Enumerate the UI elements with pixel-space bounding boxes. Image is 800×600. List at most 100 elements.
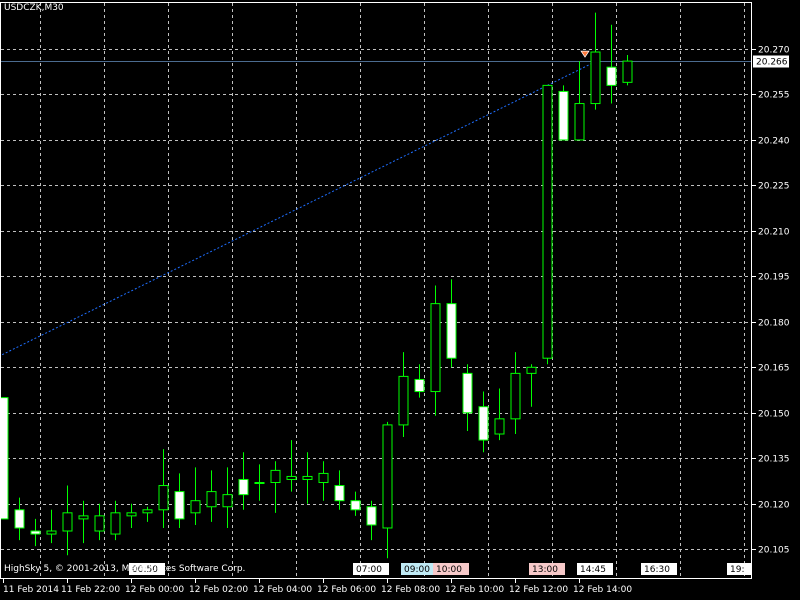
candle-body <box>142 509 153 514</box>
candle-body <box>62 512 73 532</box>
candle <box>590 12 601 110</box>
candle-body <box>558 90 569 141</box>
time-marker-label: 09:00 <box>404 565 430 575</box>
candle <box>382 421 393 559</box>
candle <box>622 55 633 86</box>
candle-body <box>270 469 281 484</box>
candle-body <box>158 485 169 511</box>
candle-body <box>590 51 601 105</box>
candle-body <box>382 424 393 529</box>
time-marker: 07:00 <box>353 563 389 575</box>
time-marker-label: 14:45 <box>580 565 606 575</box>
candle <box>574 61 585 141</box>
candle <box>606 24 617 104</box>
y-tick-label: 20.165 <box>758 364 790 374</box>
candle <box>446 279 457 368</box>
candle <box>302 452 313 504</box>
candle-body <box>622 60 633 83</box>
candle-body <box>334 485 345 502</box>
candle <box>286 440 297 492</box>
axes-layer: 20.270 20.255 20.240 20.225 20.210 20.195 20.1… <box>0 2 790 595</box>
time-marker-label: 13:00 <box>532 565 558 575</box>
candle <box>126 503 137 528</box>
y-tick-label: 20.135 <box>758 455 790 465</box>
candle <box>478 391 489 453</box>
candle <box>270 461 281 513</box>
candle-body <box>430 303 441 393</box>
candle-body <box>526 366 537 374</box>
candle-body <box>190 500 201 514</box>
time-marker: 13:00 <box>529 563 565 575</box>
candle <box>494 388 505 441</box>
candle <box>222 467 233 528</box>
candle-body <box>574 103 585 141</box>
candle <box>62 485 73 556</box>
candle-body <box>350 500 361 511</box>
candle <box>350 491 361 516</box>
x-tick-label: 12 Feb 00:00 <box>125 585 184 595</box>
candle <box>158 449 169 528</box>
time-marker-label: 16:30 <box>644 565 670 575</box>
arrow-marker <box>580 50 590 58</box>
candle-body <box>366 506 377 526</box>
candle <box>190 467 201 525</box>
x-tick-label: 12 Feb 12:00 <box>509 585 568 595</box>
x-tick-label: 12 Feb 02:00 <box>189 585 248 595</box>
candle-body <box>542 84 553 359</box>
x-tick-label: 12 Feb 14:00 <box>573 585 632 595</box>
candle-body <box>46 530 57 535</box>
candle-body <box>478 406 489 441</box>
plot-frame <box>0 2 752 579</box>
y-tick-label: 20.180 <box>758 319 790 329</box>
time-marker: 16:30 <box>641 563 677 575</box>
trendline-layer <box>0 50 752 357</box>
x-tick-label: 12 Feb 08:00 <box>381 585 440 595</box>
candle <box>462 364 473 431</box>
candle <box>558 85 569 141</box>
candle-body <box>126 512 137 517</box>
candle <box>366 500 377 541</box>
candle <box>334 470 345 510</box>
candle <box>0 397 9 520</box>
candle <box>30 518 41 547</box>
trendline <box>0 60 597 357</box>
candle <box>142 506 153 522</box>
x-tick-label: 12 Feb 04:00 <box>253 585 312 595</box>
candle <box>430 285 441 416</box>
time-marker: 10:00 <box>433 563 469 575</box>
candle-body <box>398 375 409 426</box>
candle-body <box>302 475 313 480</box>
candle-body <box>30 530 41 535</box>
candle-body <box>446 303 457 359</box>
candle <box>238 452 249 510</box>
candle <box>414 364 425 398</box>
time-marker-label: 10:00 <box>436 565 462 575</box>
candle <box>46 509 57 544</box>
candle-body <box>510 372 521 420</box>
candle <box>318 461 329 501</box>
y-tick-label: 20.225 <box>758 182 790 192</box>
candle-body <box>238 478 249 496</box>
candle-body <box>78 515 89 520</box>
candle-body <box>606 66 617 86</box>
chart-grid <box>1 3 752 578</box>
candle-body <box>286 475 297 480</box>
candle-body <box>222 494 233 508</box>
candle-body <box>110 512 121 535</box>
time-marker: 09:00 <box>401 563 437 575</box>
x-tick-label: 12 Feb 06:00 <box>317 585 376 595</box>
candle <box>398 352 409 438</box>
candle <box>206 470 217 522</box>
price-chart[interactable]: 00:50 07:00 09:00 10:00 13:00 14:45 16:30 19: 2… <box>0 0 800 600</box>
candle <box>94 503 105 541</box>
candle <box>78 500 89 544</box>
time-marker-label: 19: <box>730 565 744 575</box>
candle-body <box>318 472 329 484</box>
candle <box>254 464 265 501</box>
candle-body <box>14 509 25 529</box>
y-tick-label: 20.120 <box>758 501 790 511</box>
x-tick-label: 11 Feb 22:00 <box>61 585 120 595</box>
candle <box>14 497 25 541</box>
y-tick-label: 20.150 <box>758 410 790 420</box>
time-marker-label: 07:00 <box>356 565 382 575</box>
